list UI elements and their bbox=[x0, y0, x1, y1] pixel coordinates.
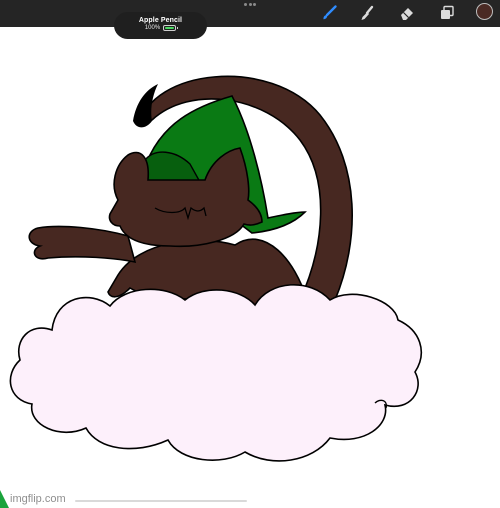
cat-arm bbox=[28, 225, 137, 264]
home-indicator[interactable] bbox=[75, 500, 247, 502]
brush-icon bbox=[323, 5, 337, 20]
imgflip-logo-icon bbox=[0, 490, 9, 508]
drag-grabber[interactable] bbox=[244, 2, 256, 6]
eraser-icon bbox=[401, 8, 413, 20]
layers-icon bbox=[441, 5, 454, 19]
brush-tool-button[interactable] bbox=[319, 3, 339, 23]
eraser-tool-button[interactable] bbox=[397, 3, 417, 23]
pencil-battery-percent: 100% bbox=[144, 25, 161, 31]
battery-icon bbox=[163, 25, 179, 31]
battery-fill bbox=[165, 27, 175, 29]
pencil-status-title: Apple Pencil bbox=[138, 17, 183, 24]
drawing-canvas[interactable] bbox=[0, 27, 500, 508]
top-toolbar bbox=[0, 0, 500, 27]
cloud bbox=[9, 284, 423, 462]
apple-pencil-status: Apple Pencil 100% bbox=[114, 12, 207, 39]
current-color-swatch[interactable] bbox=[476, 3, 493, 20]
layers-tool-button[interactable] bbox=[437, 3, 457, 23]
watermark-text: imgflip.com bbox=[10, 493, 66, 505]
smudge-tool-button[interactable] bbox=[357, 3, 377, 23]
smudge-icon bbox=[361, 5, 374, 20]
